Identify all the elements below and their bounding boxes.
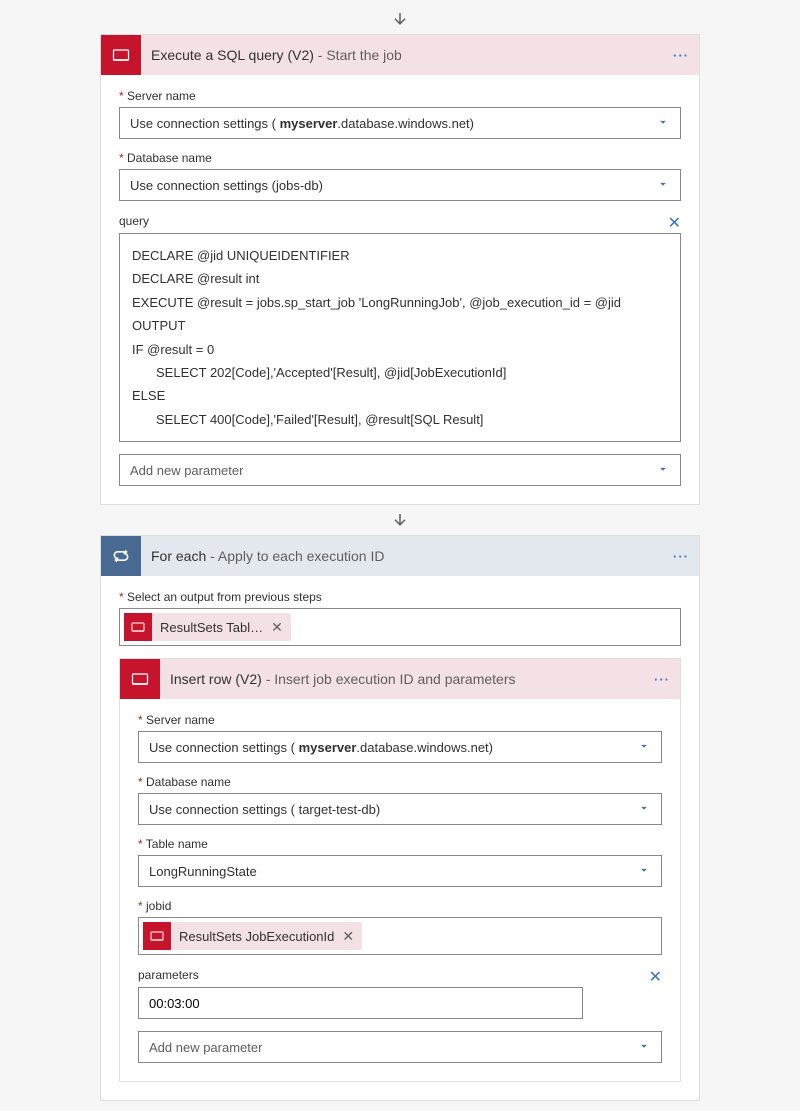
sql-query-title: Execute a SQL query (V2) - Start the job [141, 47, 673, 63]
chevron-down-icon [656, 462, 670, 479]
insert-row-card: Insert row (V2) - Insert job execution I… [119, 658, 681, 1082]
more-menu[interactable]: ··· [654, 672, 670, 687]
chevron-down-icon [637, 863, 651, 880]
select-output-label: Select an output from previous steps [119, 590, 681, 604]
database-name-select[interactable]: Use connection settings ( target-test-db… [138, 793, 662, 825]
sql-query-card: Execute a SQL query (V2) - Start the job… [100, 34, 700, 505]
select-output-input[interactable]: ResultSets Tabl… ✕ [119, 608, 681, 646]
jobexecutionid-token[interactable]: ResultSets JobExecutionId ✕ [143, 922, 362, 950]
sql-icon [143, 922, 171, 950]
more-menu[interactable]: ··· [673, 549, 689, 564]
chevron-down-icon [637, 1039, 651, 1056]
query-textarea[interactable]: DECLARE @jid UNIQUEIDENTIFIER DECLARE @r… [119, 233, 681, 442]
table-name-label: Table name [138, 837, 662, 851]
server-name-select[interactable]: Use connection settings ( myserver.datab… [138, 731, 662, 763]
parameters-input[interactable] [138, 987, 583, 1019]
clear-query-icon[interactable]: ✕ [668, 213, 681, 233]
sql-icon [101, 35, 141, 75]
database-name-label: Database name [119, 151, 681, 165]
server-name-select[interactable]: Use connection settings ( myserver.datab… [119, 107, 681, 139]
database-name-select[interactable]: Use connection settings (jobs-db) [119, 169, 681, 201]
jobid-label: jobid [138, 899, 662, 913]
foreach-card: For each - Apply to each execution ID ··… [100, 535, 700, 1101]
loop-icon [101, 536, 141, 576]
chevron-down-icon [637, 739, 651, 756]
remove-token-icon[interactable]: ✕ [271, 619, 283, 636]
chevron-down-icon [637, 801, 651, 818]
chevron-down-icon [656, 115, 670, 132]
insert-row-title: Insert row (V2) - Insert job execution I… [160, 671, 654, 687]
server-name-label: Server name [119, 89, 681, 103]
flow-arrow [0, 511, 800, 529]
foreach-title: For each - Apply to each execution ID [141, 548, 673, 564]
flow-arrow [0, 10, 800, 28]
database-name-label: Database name [138, 775, 662, 789]
sql-icon [124, 613, 152, 641]
table-name-select[interactable]: LongRunningState [138, 855, 662, 887]
insert-row-header[interactable]: Insert row (V2) - Insert job execution I… [120, 659, 680, 699]
sql-query-header[interactable]: Execute a SQL query (V2) - Start the job… [101, 35, 699, 75]
jobid-input[interactable]: ResultSets JobExecutionId ✕ [138, 917, 662, 955]
add-parameter-select[interactable]: Add new parameter [119, 454, 681, 486]
sql-icon [120, 659, 160, 699]
more-menu[interactable]: ··· [673, 48, 689, 63]
query-label: query [119, 214, 149, 228]
server-name-label: Server name [138, 713, 662, 727]
clear-parameters-icon[interactable]: ✕ [649, 967, 662, 987]
foreach-header[interactable]: For each - Apply to each execution ID ··… [101, 536, 699, 576]
resultsets-table-token[interactable]: ResultSets Tabl… ✕ [124, 613, 291, 641]
add-parameter-select[interactable]: Add new parameter [138, 1031, 662, 1063]
chevron-down-icon [656, 177, 670, 194]
parameters-label: parameters [138, 968, 199, 982]
remove-token-icon[interactable]: ✕ [342, 928, 354, 945]
